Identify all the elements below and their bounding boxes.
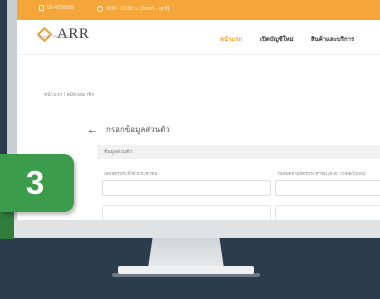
id-expiry-input[interactable] <box>275 180 380 196</box>
monitor-chin <box>7 220 380 238</box>
next-field-input-2[interactable] <box>275 205 380 220</box>
phone-info[interactable]: 02-4750599 <box>39 5 74 11</box>
section-header-bar <box>97 145 380 159</box>
nav-home[interactable]: หน้าแรก <box>220 34 242 44</box>
form-heading: ← กรอกข้อมูลส่วนตัว <box>87 123 170 136</box>
opening-hours: 9:00 - 16:30 น. (จันทร์ - ศุกร์) <box>106 6 170 12</box>
id-card-label: เลขบัตรประจำตัวประชาชน <box>104 171 158 176</box>
form-title: กรอกข้อมูลส่วนตัว <box>106 125 170 134</box>
monitor-stand-foot <box>118 266 254 274</box>
monitor-stand-neck <box>148 238 224 268</box>
logo-subtitle: LEASE TRADING <box>38 35 70 39</box>
back-arrow-icon[interactable]: ← <box>87 124 98 135</box>
site-header: ARR LEASE TRADING หน้าแรก เปิดบัญชีใหม่ … <box>17 20 380 55</box>
section-title: ข้อมูลส่วนตัว <box>104 149 133 155</box>
top-info-bar: 02-4750599 9:00 - 16:30 น. (จันทร์ - ศุก… <box>17 0 380 20</box>
phone-icon <box>39 5 44 11</box>
nav-products-services[interactable]: สินค้าและบริการ <box>311 34 354 44</box>
step-number: 3 <box>25 164 45 201</box>
id-card-input[interactable] <box>102 180 271 196</box>
next-field-input[interactable] <box>102 205 271 220</box>
id-expiry-label: วันหมดอายุบัตรประชาชน (ค.ศ. วว/ดด/ปปปป) <box>277 171 366 176</box>
phone-number: 02-4750599 <box>47 5 74 11</box>
nav-open-account[interactable]: เปิดบัญชีใหม่ <box>260 34 294 44</box>
breadcrumb[interactable]: หน้าแรก / สมัครสมาชิก <box>44 91 95 99</box>
hours-info: 9:00 - 16:30 น. (จันทร์ - ศุกร์) <box>97 5 169 13</box>
clock-icon <box>97 6 103 12</box>
